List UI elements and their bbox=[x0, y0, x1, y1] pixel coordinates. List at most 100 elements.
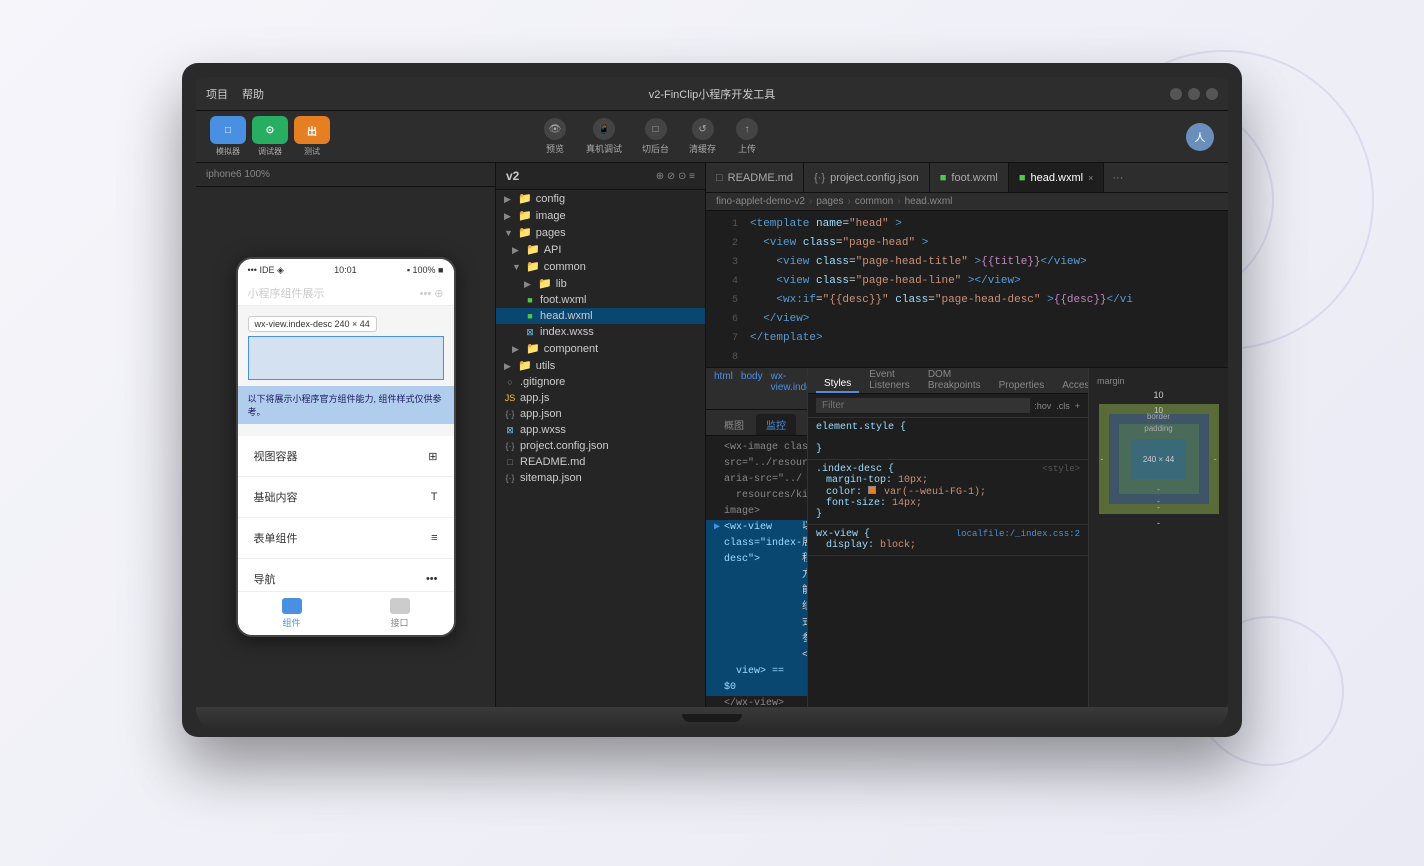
menu-item-help[interactable]: 帮助 bbox=[242, 86, 264, 102]
maximize-btn[interactable] bbox=[1188, 88, 1200, 100]
tree-item-component[interactable]: ▶ 📁 component bbox=[496, 340, 705, 357]
expand-icon: ▶ bbox=[504, 361, 514, 371]
tree-item-label: .gitignore bbox=[520, 376, 565, 388]
tree-item-foot-wxml[interactable]: ■ foot.wxml bbox=[496, 292, 705, 308]
nav-icon-1: ⊞ bbox=[428, 450, 437, 463]
phone-bottom-components[interactable]: 组件 bbox=[238, 598, 346, 629]
tree-item-index-wxss[interactable]: ⊠ index.wxss bbox=[496, 324, 705, 340]
phone-content: wx-view.index-desc 240 × 44 以下将展示小程序官方组件… bbox=[238, 306, 454, 591]
element-tag-body[interactable]: body bbox=[741, 371, 763, 406]
expand-icon: ▶ bbox=[512, 344, 522, 354]
nav-icon-4: ••• bbox=[426, 573, 438, 585]
tree-item-pages[interactable]: ▼ 📁 pages bbox=[496, 224, 705, 241]
phone-status-left: ••• IDE ◈ bbox=[248, 265, 284, 276]
breadcrumb-part-1: fino-applet-demo-v2 bbox=[716, 196, 805, 207]
debug-button[interactable]: ⊙ bbox=[252, 116, 288, 144]
styles-filter-input[interactable] bbox=[816, 398, 1030, 413]
html-line-1: <wx-image class="index-logo" src="../res… bbox=[706, 440, 807, 488]
toolbar: □ 模拟器 ⊙ 调试器 出 测试 bbox=[196, 111, 1228, 163]
tree-item-image[interactable]: ▶ 📁 image bbox=[496, 207, 705, 224]
tab-project-label: project.config.json bbox=[830, 172, 919, 184]
code-editor[interactable]: 1 <template name="head" > 2 bbox=[706, 211, 1228, 367]
tree-item-api[interactable]: ▶ 📁 API bbox=[496, 241, 705, 258]
mobile-debug-label: 真机调试 bbox=[586, 142, 622, 155]
editor-panel: □ README.md {·} project.config.json ■ fo… bbox=[706, 163, 1228, 707]
menu-item-project[interactable]: 项目 bbox=[206, 86, 228, 102]
clear-cache-label: 清缓存 bbox=[689, 142, 716, 155]
tree-item-common[interactable]: ▼ 📁 common bbox=[496, 258, 705, 275]
clear-cache-action[interactable]: ↺ 清缓存 bbox=[689, 118, 716, 155]
preview-action[interactable]: 👁 预览 bbox=[544, 118, 566, 155]
styles-tabs: Styles Event Listeners DOM Breakpoints P… bbox=[808, 368, 1088, 394]
tree-item-head-wxml[interactable]: ■ head.wxml bbox=[496, 308, 705, 324]
tree-item-lib[interactable]: ▶ 📁 lib bbox=[496, 275, 705, 292]
tree-item-label: index.wxss bbox=[540, 326, 594, 338]
phone-nav-item-4[interactable]: 导航 ••• bbox=[238, 559, 454, 591]
code-line-1: 1 <template name="head" > bbox=[706, 215, 1228, 234]
filetree-actions: ⊕ ⊘ ⊙ ≡ bbox=[656, 171, 695, 182]
tree-item-app-wxss[interactable]: ⊠ app.wxss bbox=[496, 422, 705, 438]
styles-wx-view-header: wx-view { localfile:/_index.css:2 bbox=[816, 529, 1080, 540]
tree-item-label: README.md bbox=[520, 456, 585, 468]
phone-nav-item-1[interactable]: 视图容器 ⊞ bbox=[238, 436, 454, 477]
styles-prop-fontsize: font-size: 14px; bbox=[816, 498, 1080, 509]
tree-item-label: head.wxml bbox=[540, 310, 593, 322]
main-content: iphone6 100% ••• IDE ◈ 10:01 ▪ 100% ■ bbox=[196, 163, 1228, 707]
filetree-root: v2 bbox=[506, 169, 519, 183]
phone-bottom-interface[interactable]: 接口 bbox=[346, 598, 454, 629]
tab-readme-label: README.md bbox=[728, 172, 793, 184]
mobile-debug-action[interactable]: 📱 真机调试 bbox=[586, 118, 622, 155]
upload-label: 上传 bbox=[738, 142, 756, 155]
styles-tab-event[interactable]: Event Listeners bbox=[861, 367, 918, 393]
tree-item-utils[interactable]: ▶ 📁 utils bbox=[496, 357, 705, 374]
folder-icon: 📁 bbox=[526, 342, 540, 355]
tab-foot-wxml[interactable]: ■ foot.wxml bbox=[930, 163, 1009, 192]
element-tag-html[interactable]: html bbox=[714, 371, 733, 406]
tab-project-config[interactable]: {·} project.config.json bbox=[804, 163, 930, 192]
test-button[interactable]: 出 bbox=[294, 116, 330, 144]
html-tab-dom[interactable]: 监控 bbox=[756, 414, 796, 435]
box-bottom-value: - bbox=[1157, 518, 1160, 528]
styles-tab-properties[interactable]: Properties bbox=[991, 378, 1053, 393]
element-tag-index[interactable]: wx-view.index bbox=[771, 371, 808, 406]
tree-item-readme[interactable]: □ README.md bbox=[496, 454, 705, 470]
styles-wx-view-section: wx-view { localfile:/_index.css:2 displa… bbox=[808, 525, 1088, 556]
close-btn[interactable] bbox=[1206, 88, 1218, 100]
tab-readme[interactable]: □ README.md bbox=[706, 163, 804, 192]
box-model-title: margin bbox=[1097, 376, 1125, 386]
tree-item-label: API bbox=[544, 244, 562, 256]
tree-item-label: sitemap.json bbox=[520, 472, 582, 484]
styles-tab-styles[interactable]: Styles bbox=[816, 376, 859, 393]
code-line-4: 4 <view class="page-head-line" ></view> bbox=[706, 272, 1228, 291]
breadcrumb-sep-1: › bbox=[809, 196, 812, 207]
tab-close-icon[interactable]: × bbox=[1088, 173, 1093, 183]
cut-tail-action[interactable]: □ 切后台 bbox=[642, 118, 669, 155]
upload-action[interactable]: ↑ 上传 bbox=[736, 118, 758, 155]
wxml-file-icon: ■ bbox=[524, 311, 536, 321]
html-tab-inspector[interactable]: 概图 bbox=[714, 414, 754, 435]
wxml-file-icon: ■ bbox=[524, 295, 536, 305]
code-line-5: 5 <wx:if="{{desc}}" class="page-head-des… bbox=[706, 291, 1228, 310]
styles-content: element.style { } .index-desc { <style> bbox=[808, 418, 1088, 707]
phone-nav-item-3[interactable]: 表单组件 ≡ bbox=[238, 518, 454, 559]
tree-item-label: pages bbox=[536, 227, 566, 239]
folder-icon: 📁 bbox=[538, 277, 552, 290]
phone-nav-item-2[interactable]: 基础内容 T bbox=[238, 477, 454, 518]
simulate-button[interactable]: □ bbox=[210, 116, 246, 144]
tab-foot-icon: ■ bbox=[940, 172, 947, 184]
tree-item-project-config[interactable]: {·} project.config.json bbox=[496, 438, 705, 454]
breadcrumb-sep-2: › bbox=[848, 196, 851, 207]
styles-tab-dom-break[interactable]: DOM Breakpoints bbox=[920, 367, 989, 393]
tree-item-label: lib bbox=[556, 278, 567, 290]
tree-item-sitemap[interactable]: {·} sitemap.json bbox=[496, 470, 705, 486]
tab-more[interactable]: ··· bbox=[1104, 172, 1131, 184]
phone-container: ••• IDE ◈ 10:01 ▪ 100% ■ 小程序组件展示 ••• ⊕ w… bbox=[196, 187, 495, 707]
breadcrumb-part-2: pages bbox=[816, 196, 843, 207]
user-avatar[interactable]: 人 bbox=[1186, 123, 1214, 151]
minimize-btn[interactable] bbox=[1170, 88, 1182, 100]
tab-head-wxml[interactable]: ■ head.wxml × bbox=[1009, 163, 1105, 192]
tree-item-gitignore[interactable]: ○ .gitignore bbox=[496, 374, 705, 390]
tree-item-config[interactable]: ▶ 📁 config bbox=[496, 190, 705, 207]
tree-item-app-json[interactable]: {·} app.json bbox=[496, 406, 705, 422]
tree-item-app-js[interactable]: JS app.js bbox=[496, 390, 705, 406]
